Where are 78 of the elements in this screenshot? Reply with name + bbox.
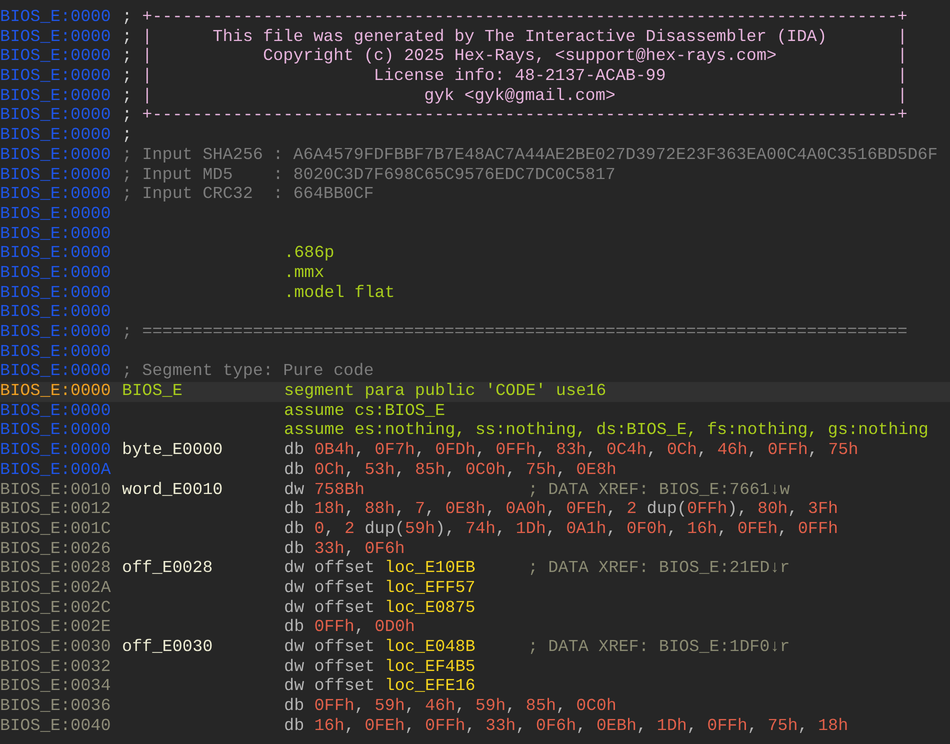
instruction-text: dw 758Bh <box>284 480 365 500</box>
code-label: word_E0010 <box>122 480 223 500</box>
line-address: BIOS_E:0000 <box>0 244 112 264</box>
line-address: BIOS_E:0032 <box>0 658 112 678</box>
line-address: BIOS_E:0000 <box>0 421 112 442</box>
line-address: BIOS_E:0030 <box>0 638 112 658</box>
line-address: BIOS_E:0000 <box>0 342 112 362</box>
line-address: BIOS_E:0010 <box>0 480 112 500</box>
instruction-text: dw offset loc_EFF57 <box>284 578 476 599</box>
instruction-text: .mmx <box>284 264 324 284</box>
line-address: BIOS_E:0000 <box>0 204 112 225</box>
comment-text: ; +--------------------------------------------------------------------------+ <box>122 106 908 126</box>
instruction-text: db 18h, 88h, 7, 0E8h, 0A0h, 0FEh, 2 dup(0FFh), 80h, 3Fh <box>284 500 838 520</box>
line-address: BIOS_E:0000 <box>0 362 112 382</box>
instruction-text: segment para public 'CODE' use16 <box>284 382 606 402</box>
line-address: BIOS_E:002E <box>0 618 112 638</box>
line-address: BIOS_E:0000 <box>0 166 112 186</box>
instruction-text: .686p <box>284 244 334 264</box>
line-address: BIOS_E:0000 <box>0 8 112 28</box>
xref-comment: ; DATA XREF: BIOS_E:1DF0↓r <box>528 638 790 658</box>
code-label: off_E0030 <box>122 638 213 658</box>
line-address: BIOS_E:0034 <box>0 677 112 698</box>
line-address: BIOS_E:002A <box>0 578 112 599</box>
comment-text: ; | gyk <gyk@gmail.com> | <box>122 86 908 106</box>
instruction-text: dw offset loc_E048B <box>284 638 476 658</box>
instruction-text: db 0B4h, 0F7h, 0FDh, 0FFh, 83h, 0C4h, 0Ch, 46h, 0FFh, 75h <box>284 441 858 461</box>
comment-text: ; Input MD5 : 8020C3D7F698C65C9576EDC7DC0C5817 <box>122 166 616 186</box>
comment-text: ; Input CRC32 : 664BB0CF <box>122 185 374 205</box>
instruction-text: db 0FFh, 59h, 46h, 59h, 85h, 0C0h <box>284 697 616 717</box>
comment-text: ; | License info: 48-2137-ACAB-99 | <box>122 67 908 87</box>
line-address: BIOS_E:000A <box>0 460 112 480</box>
comment-text: ; | Copyright (c) 2025 Hex-Rays, <support@hex-rays.com> | <box>122 47 908 68</box>
instruction-text: assume es:nothing, ss:nothing, ds:BIOS_E, fs:nothing, gs:nothing <box>284 421 929 442</box>
line-address: BIOS_E:0000 <box>0 28 112 48</box>
instruction-text: db 0FFh, 0D0h <box>284 618 415 638</box>
line-address: BIOS_E:0036 <box>0 697 112 717</box>
line-address: BIOS_E:001C <box>0 520 112 540</box>
line-address: BIOS_E:0000 <box>0 264 112 284</box>
instruction-text: dw offset loc_E0875 <box>284 598 476 618</box>
instruction-text: .model flat <box>284 284 395 304</box>
line-address: BIOS_E:0000 <box>0 185 112 205</box>
xref-comment: ; DATA XREF: BIOS_E:21ED↓r <box>528 559 790 579</box>
line-address: BIOS_E:0040 <box>0 716 112 736</box>
instruction-text: assume cs:BIOS_E <box>284 402 446 422</box>
code-label: off_E0028 <box>122 559 213 579</box>
comment-text: ; +--------------------------------------------------------------------------+ <box>122 8 908 28</box>
instruction-text: dw offset loc_EF4B5 <box>284 658 476 678</box>
line-address: BIOS_E:0000 <box>0 402 112 422</box>
line-address: BIOS_E:0000 <box>0 441 112 461</box>
line-address: BIOS_E:0000 <box>0 284 112 304</box>
instruction-text: db 0Ch, 53h, 85h, 0C0h, 75h, 0E8h <box>284 460 616 480</box>
instruction-text: dw offset loc_E10EB <box>284 559 476 579</box>
comment-text: ; ============================================================================ <box>122 323 908 343</box>
line-address: BIOS_E:0028 <box>0 559 112 579</box>
line-address: BIOS_E:0000 <box>0 126 112 146</box>
line-address: BIOS_E:0000 <box>0 303 112 323</box>
line-address: BIOS_E:0000 <box>0 224 112 244</box>
code-label: byte_E0000 <box>122 441 223 461</box>
comment-text: ; Input SHA256 : A6A4579FDFBBF7B7E48AC7A44AE2BE027D3972E23F363EA00C4A0C3516BD5D6F <box>122 146 938 166</box>
comment-text: ; <box>122 126 132 146</box>
line-address: BIOS_E:002C <box>0 598 112 618</box>
comment-text: ; | This file was generated by The Interactive Disassembler (IDA) | <box>122 28 908 48</box>
line-address: BIOS_E:0026 <box>0 540 112 560</box>
code-label: BIOS_E <box>122 382 182 402</box>
line-address: BIOS_E:0000 <box>0 382 112 402</box>
line-address: BIOS_E:0000 <box>0 47 112 68</box>
xref-comment: ; DATA XREF: BIOS_E:7661↓w <box>528 480 790 500</box>
line-address: BIOS_E:0012 <box>0 500 112 520</box>
instruction-text: db 33h, 0F6h <box>284 540 405 560</box>
comment-text: ; Segment type: Pure code <box>122 362 374 382</box>
instruction-text: db 16h, 0FEh, 0FFh, 33h, 0F6h, 0EBh, 1Dh, 0FFh, 75h, 18h <box>284 716 848 736</box>
line-address: BIOS_E:0000 <box>0 323 112 343</box>
instruction-text: dw offset loc_EFE16 <box>284 677 476 698</box>
line-address: BIOS_E:0000 <box>0 86 112 106</box>
line-address: BIOS_E:0000 <box>0 67 112 87</box>
line-address: BIOS_E:0000 <box>0 146 112 166</box>
line-address: BIOS_E:0000 <box>0 106 112 126</box>
instruction-text: db 0, 2 dup(59h), 74h, 1Dh, 0A1h, 0F0h, 16h, 0FEh, 0FFh <box>284 520 838 540</box>
